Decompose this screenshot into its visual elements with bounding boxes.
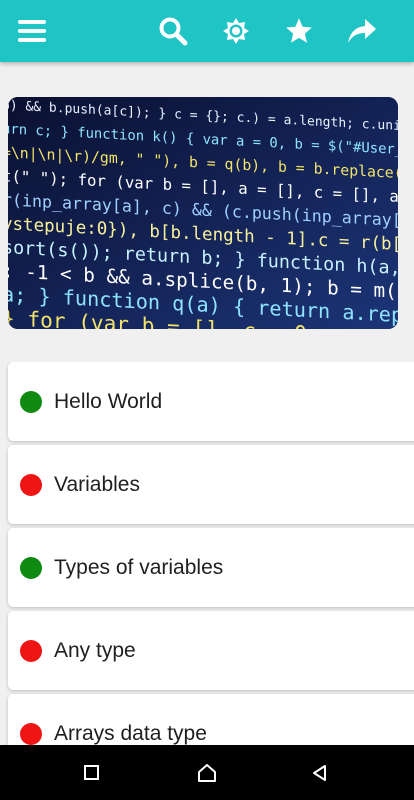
lesson-label: Arrays data type [54,721,207,745]
lesson-label: Variables [54,472,140,496]
search-icon[interactable] [155,13,191,49]
lesson-item[interactable]: Types of variables [8,528,414,607]
status-dot-icon [20,390,42,413]
lesson-item[interactable]: Arrays data type [8,694,414,746]
lesson-label: Any type [54,638,136,662]
lesson-label: Types of variables [54,555,224,579]
status-dot-icon [20,473,42,496]
lesson-label: Hello World [54,389,163,413]
status-dot-icon [20,722,42,745]
back-icon[interactable] [300,753,340,793]
code-screen-photo: b) && b.push(a[c]); } c = {}; c.) = a.le… [8,97,398,329]
lesson-item[interactable]: Variables [8,445,414,524]
lesson-item[interactable]: Hello World [8,362,414,441]
home-icon[interactable] [187,753,227,793]
status-dot-icon [20,556,42,579]
recents-icon[interactable] [72,753,112,793]
brightness-icon[interactable] [218,13,254,49]
app-toolbar [0,0,414,62]
system-nav-bar [0,745,414,800]
menu-icon[interactable] [14,13,50,49]
status-dot-icon [20,639,42,662]
lesson-item[interactable]: Any type [8,611,414,690]
share-icon[interactable] [344,13,380,49]
star-icon[interactable] [281,13,317,49]
lesson-list: Hello World Variables Types of variables An… [0,362,414,746]
header-image: b) && b.push(a[c]); } c = {}; c.) = a.le… [8,97,398,329]
